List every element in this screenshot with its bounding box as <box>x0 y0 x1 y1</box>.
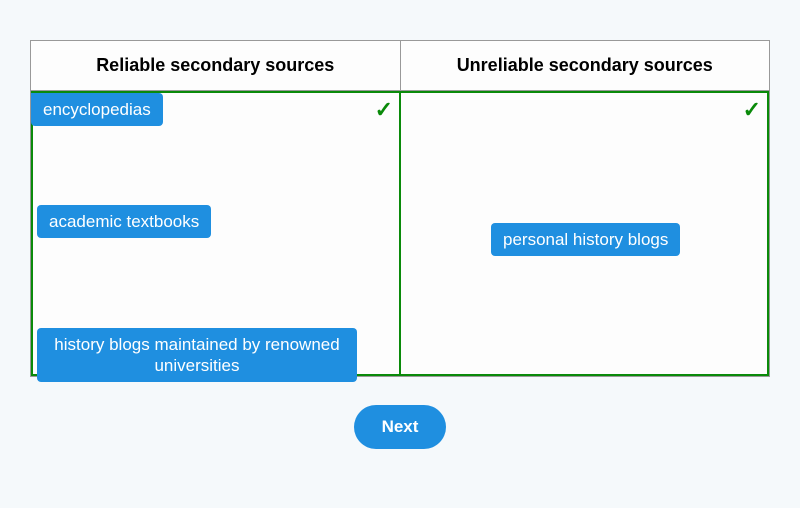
checkmark-icon: ✓ <box>375 97 393 123</box>
sorting-activity: Reliable secondary sources Unreliable se… <box>0 0 800 449</box>
drop-zone-unreliable[interactable]: ✓ personal history blogs <box>400 91 769 376</box>
chip-academic-textbooks[interactable]: academic textbooks <box>37 205 211 238</box>
table-header-row: Reliable secondary sources Unreliable se… <box>31 41 769 91</box>
chip-encyclopedias[interactable]: encyclopedias <box>31 93 163 126</box>
column-header-unreliable: Unreliable secondary sources <box>401 41 770 90</box>
sorting-table: Reliable secondary sources Unreliable se… <box>30 40 770 377</box>
chip-history-blogs-universities[interactable]: history blogs maintained by renowned uni… <box>37 328 357 383</box>
checkmark-icon: ✓ <box>743 97 761 123</box>
chip-personal-history-blogs[interactable]: personal history blogs <box>491 223 680 256</box>
column-header-reliable: Reliable secondary sources <box>31 41 401 90</box>
drop-zone-reliable[interactable]: ✓ encyclopedias academic textbooks histo… <box>31 91 400 376</box>
next-button[interactable]: Next <box>354 405 447 449</box>
drop-row: ✓ encyclopedias academic textbooks histo… <box>31 91 769 376</box>
